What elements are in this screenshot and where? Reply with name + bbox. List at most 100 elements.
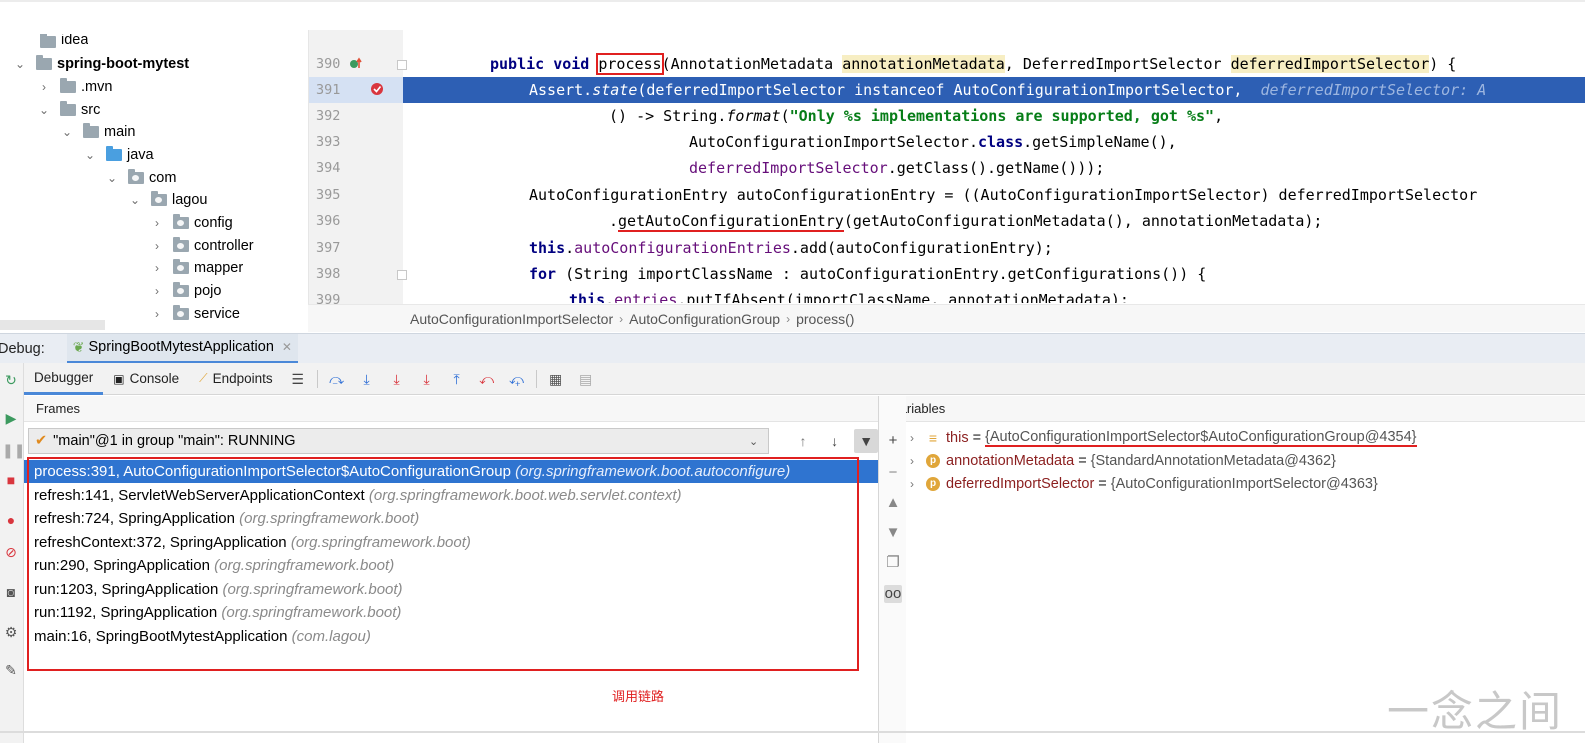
tab-console[interactable]: ▣ Console bbox=[103, 363, 189, 395]
tree-horizontal-scrollbar[interactable] bbox=[0, 320, 105, 330]
project-tree[interactable]: idea ⌄ spring-boot-mytest › .mvn ⌄ src ⌄… bbox=[0, 30, 308, 330]
breadcrumb-item[interactable]: AutoConfigurationImportSelector bbox=[410, 311, 613, 327]
chevron-down-icon[interactable]: ⌄ bbox=[129, 193, 141, 207]
view-breakpoints-icon[interactable]: ● bbox=[2, 511, 20, 529]
chevron-down-icon[interactable]: ⌄ bbox=[61, 125, 73, 139]
drop-frame-icon[interactable]: ⤺ bbox=[476, 368, 498, 390]
chevron-right-icon[interactable]: › bbox=[906, 477, 918, 491]
close-icon[interactable]: ✕ bbox=[282, 340, 292, 354]
tree-item-main[interactable]: ⌄ main bbox=[61, 121, 135, 143]
run-to-cursor-icon[interactable]: ⤽ bbox=[506, 368, 528, 390]
tree-item-com[interactable]: ⌄ com bbox=[106, 167, 176, 189]
pause-icon[interactable]: ❚❚ bbox=[2, 441, 25, 459]
frame-item[interactable]: run:290, SpringApplication (org.springfr… bbox=[24, 554, 878, 577]
code-line-397[interactable]: this.autoConfigurationEntries.add(autoCo… bbox=[529, 235, 1053, 261]
tree-item-config[interactable]: › config bbox=[151, 212, 233, 234]
chevron-down-icon[interactable]: ⌄ bbox=[14, 57, 26, 71]
code-line-399[interactable]: this.entries.putIfAbsent(importClassName… bbox=[569, 287, 1129, 303]
tree-item-pojo[interactable]: › pojo bbox=[151, 280, 221, 302]
chevron-down-icon[interactable]: ⌄ bbox=[38, 103, 50, 117]
tab-endpoints[interactable]: ⟋ Endpoints bbox=[189, 363, 282, 395]
code-line-395[interactable]: AutoConfigurationEntry autoConfiguration… bbox=[529, 182, 1477, 208]
code-token: ) { bbox=[1429, 55, 1457, 73]
variable-row-deferredimportselector[interactable]: › p deferredImportSelector = {AutoConfig… bbox=[906, 472, 1378, 495]
folder-icon bbox=[83, 123, 99, 138]
remove-watch-icon[interactable]: − bbox=[884, 464, 902, 482]
tree-item-idea[interactable]: idea bbox=[40, 34, 88, 48]
tree-item-service[interactable]: › service bbox=[151, 303, 240, 325]
breakpoint-icon[interactable] bbox=[370, 82, 384, 96]
frame-item[interactable]: refresh:724, SpringApplication (org.spri… bbox=[24, 507, 878, 530]
fold-icon[interactable] bbox=[397, 270, 407, 280]
resume-icon[interactable]: ▶ bbox=[2, 409, 20, 427]
move-up-icon[interactable]: ▲ bbox=[884, 494, 902, 512]
code-line-390[interactable]: public void process(AnnotationMetadata a… bbox=[490, 51, 1456, 77]
frame-item[interactable]: process:391, AutoConfigurationImportSele… bbox=[24, 460, 878, 483]
copy-icon[interactable]: ❐ bbox=[884, 554, 902, 572]
arrow-up-icon[interactable]: ↑ bbox=[791, 429, 815, 453]
code-line-393[interactable]: AutoConfigurationImportSelector.class.ge… bbox=[689, 129, 1177, 155]
chevron-right-icon[interactable]: › bbox=[906, 431, 918, 445]
frame-item[interactable]: main:16, SpringBootMytestApplication (co… bbox=[24, 625, 878, 648]
filter-icon[interactable]: ▼ bbox=[854, 429, 879, 453]
show-watches-icon[interactable]: oo bbox=[884, 585, 902, 603]
tree-item-spring-boot-mytest[interactable]: ⌄ spring-boot-mytest bbox=[14, 53, 189, 75]
chevron-right-icon[interactable]: › bbox=[151, 284, 163, 298]
chevron-right-icon[interactable]: › bbox=[151, 239, 163, 253]
run-config-tab[interactable]: ❦ SpringBootMytestApplication ✕ bbox=[66, 333, 298, 364]
code-line-394[interactable]: deferredImportSelector.getClass().getNam… bbox=[689, 155, 1104, 181]
tree-item-controller[interactable]: › controller bbox=[151, 235, 254, 257]
frame-location: refreshContext:372, SpringApplication bbox=[34, 534, 287, 551]
step-over-icon[interactable]: ⤓ bbox=[356, 368, 378, 390]
variable-row-annotationmetadata[interactable]: › p annotationMetadata = {StandardAnnota… bbox=[906, 449, 1336, 472]
fold-icon[interactable] bbox=[397, 60, 407, 70]
evaluate-expression-icon[interactable]: ▦ bbox=[545, 368, 567, 390]
code-editor[interactable]: 390 391 392 393 394 395 396 397 398 399 … bbox=[308, 30, 1585, 332]
arrow-down-icon[interactable]: ↓ bbox=[823, 429, 847, 453]
tree-item-src[interactable]: ⌄ src bbox=[38, 99, 100, 121]
camera-icon[interactable]: ◙ bbox=[2, 583, 20, 601]
gear-icon[interactable]: ⚙ bbox=[2, 623, 20, 641]
code-line-391[interactable]: Assert.state(deferredImportSelector inst… bbox=[529, 77, 1486, 103]
variables-header: Variables bbox=[878, 396, 1585, 422]
implements-method-icon[interactable] bbox=[349, 57, 363, 71]
variable-value: {StandardAnnotationMetadata@4362} bbox=[1090, 452, 1336, 469]
variable-row-this[interactable]: › ≡ this = {AutoConfigurationImportSelec… bbox=[906, 426, 1417, 449]
stop-icon[interactable]: ■ bbox=[2, 471, 20, 489]
breadcrumb-item[interactable]: process() bbox=[796, 311, 854, 327]
tree-item-mvn[interactable]: › .mvn bbox=[38, 76, 112, 98]
toolbar-separator bbox=[535, 369, 537, 388]
chevron-right-icon[interactable]: › bbox=[151, 261, 163, 275]
frame-item[interactable]: run:1203, SpringApplication (org.springf… bbox=[24, 578, 878, 601]
chevron-right-icon[interactable]: › bbox=[151, 216, 163, 230]
tree-item-java[interactable]: ⌄ java bbox=[84, 144, 154, 166]
trace-icon[interactable]: ▤ bbox=[575, 368, 597, 390]
rerun-icon[interactable]: ↻ bbox=[2, 371, 20, 389]
menu-icon[interactable]: ☰ bbox=[287, 368, 309, 390]
force-step-into-icon[interactable]: ⤓ bbox=[416, 368, 438, 390]
mute-breakpoints-icon[interactable]: ⊘ bbox=[2, 543, 20, 561]
thread-dropdown[interactable]: ✔ "main"@1 in group "main": RUNNING ⌄ bbox=[28, 428, 770, 454]
tree-item-label: main bbox=[104, 124, 136, 140]
pin-icon[interactable]: ✎ bbox=[2, 661, 20, 679]
tree-item-lagou[interactable]: ⌄ lagou bbox=[129, 189, 207, 211]
step-into-icon[interactable]: ⤓ bbox=[386, 368, 408, 390]
chevron-right-icon[interactable]: › bbox=[38, 80, 50, 94]
chevron-down-icon[interactable]: ⌄ bbox=[84, 148, 96, 162]
tab-debugger[interactable]: Debugger bbox=[24, 363, 104, 395]
chevron-right-icon[interactable]: › bbox=[906, 454, 918, 468]
code-line-392[interactable]: () -> String.format("Only %s implementat… bbox=[609, 103, 1223, 129]
chevron-down-icon[interactable]: ⌄ bbox=[106, 171, 118, 185]
frame-item[interactable]: refresh:141, ServletWebServerApplication… bbox=[24, 484, 878, 507]
frame-item[interactable]: run:1192, SpringApplication (org.springf… bbox=[24, 601, 878, 624]
tree-item-mapper[interactable]: › mapper bbox=[151, 257, 243, 279]
move-down-icon[interactable]: ▼ bbox=[884, 524, 902, 542]
frame-item[interactable]: refreshContext:372, SpringApplication (o… bbox=[24, 531, 878, 554]
code-line-398[interactable]: for (String importClassName : autoConfig… bbox=[529, 261, 1206, 287]
chevron-right-icon[interactable]: › bbox=[151, 307, 163, 321]
code-line-396[interactable]: .getAutoConfigurationEntry(getAutoConfig… bbox=[609, 208, 1322, 234]
breadcrumb-item[interactable]: AutoConfigurationGroup bbox=[629, 311, 780, 327]
step-out-icon[interactable]: ⤒ bbox=[446, 368, 468, 390]
show-execution-point-icon[interactable]: ⤼ bbox=[326, 368, 348, 390]
add-watch-icon[interactable]: + bbox=[884, 432, 902, 450]
